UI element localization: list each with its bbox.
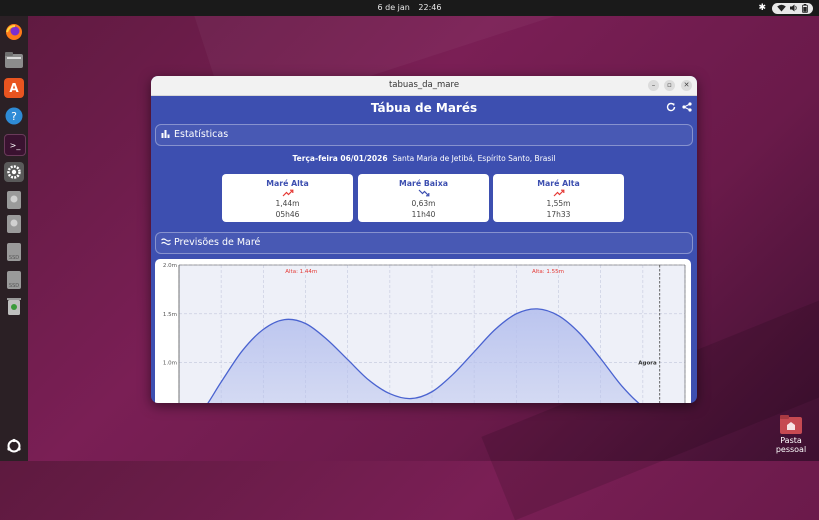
refresh-icon[interactable] — [666, 102, 676, 115]
system-tray: ✱ — [758, 2, 813, 14]
waves-icon — [161, 237, 171, 249]
forecast-section-header[interactable]: Previsões de Maré — [155, 232, 693, 254]
now-marker-label: Agora — [638, 360, 657, 366]
firefox-icon[interactable] — [4, 22, 24, 42]
app-header: Tábua de Marés — [151, 96, 697, 121]
files-icon[interactable] — [4, 50, 24, 70]
accessibility-icon[interactable]: ✱ — [758, 3, 766, 13]
svg-text:?: ? — [11, 110, 17, 123]
location-text: Santa Maria de Jetibá, Espírito Santo, B… — [392, 154, 556, 163]
ssd-icon[interactable]: SSD — [4, 242, 24, 262]
share-icon[interactable] — [682, 102, 692, 115]
window-title: tabuas_da_mare — [388, 80, 460, 90]
dock: A ? >_ SSD SSD — [0, 16, 28, 461]
volume-icon — [790, 4, 797, 12]
clock-time: 22:46 — [418, 3, 442, 12]
quick-settings-button[interactable] — [772, 2, 813, 14]
maximize-button[interactable]: ▫ — [664, 80, 675, 91]
tide-type: Maré Alta — [266, 179, 309, 188]
tide-height: 0,63m — [411, 199, 436, 208]
trending-up-icon — [493, 189, 624, 198]
clock[interactable]: 6 de jan 22:46 — [0, 3, 819, 12]
trash-icon[interactable] — [4, 296, 24, 316]
home-folder-label: Pasta pessoal — [775, 436, 807, 454]
tide-chart-svg: 0.5m1.0m1.5m2.0mAlta: 1.44mAlta: 1.55mAg… — [163, 263, 686, 403]
y-tick-label: 1.0m — [163, 361, 177, 367]
tide-time: 17h33 — [546, 210, 571, 219]
forecast-section-title: Previsões de Maré — [174, 237, 261, 248]
home-folder-desktop-icon[interactable]: Pasta pessoal — [764, 414, 818, 454]
stats-section-header[interactable]: Estatísticas — [155, 124, 693, 146]
bar-chart-icon — [161, 129, 170, 141]
y-tick-label: 1.5m — [163, 312, 177, 318]
ssd-icon[interactable]: SSD — [4, 270, 24, 290]
ssd-label: SSD — [7, 243, 21, 261]
trending-up-icon — [222, 189, 353, 198]
tide-card: Maré Baixa 0,63m 11h40 — [358, 174, 489, 222]
tide-card: Maré Alta 1,44m 05h46 — [222, 174, 353, 222]
stats-section-title: Estatísticas — [174, 129, 229, 140]
wifi-icon — [777, 4, 786, 12]
help-icon[interactable]: ? — [4, 106, 24, 126]
date-location-line: Terça-feira 06/01/2026 Santa Maria de Jet… — [151, 154, 697, 163]
high-tide-annotation: Alta: 1.44m — [285, 269, 317, 275]
tide-height: 1,44m — [275, 199, 300, 208]
close-button[interactable]: ✕ — [681, 80, 692, 91]
disk-icon[interactable] — [4, 190, 24, 210]
minimize-button[interactable]: – — [648, 80, 659, 91]
app-window: tabuas_da_mare – ▫ ✕ Tábua de Marés Esta… — [151, 76, 697, 403]
tide-time: 11h40 — [411, 210, 436, 219]
folder-icon — [780, 414, 802, 434]
y-tick-label: 2.0m — [163, 263, 177, 269]
disk-icon[interactable] — [4, 214, 24, 234]
app-title: Tábua de Marés — [370, 101, 478, 115]
top-bar: 6 de jan 22:46 ✱ — [0, 0, 819, 16]
window-titlebar[interactable]: tabuas_da_mare – ▫ ✕ — [151, 76, 697, 96]
clock-date: 6 de jan — [377, 3, 410, 12]
app-center-icon[interactable]: A — [4, 78, 24, 98]
tide-type: Maré Alta — [537, 179, 580, 188]
weekday-date: Terça-feira 06/01/2026 — [292, 154, 388, 163]
settings-icon[interactable] — [4, 162, 24, 182]
terminal-icon[interactable]: >_ — [4, 134, 26, 156]
ssd-label: SSD — [7, 271, 21, 289]
tide-time: 05h46 — [275, 210, 300, 219]
tide-height: 1,55m — [546, 199, 571, 208]
show-apps-icon[interactable] — [4, 436, 24, 456]
high-tide-annotation: Alta: 1.55m — [532, 269, 564, 275]
tide-card: Maré Alta 1,55m 17h33 — [493, 174, 624, 222]
tide-type: Maré Baixa — [398, 179, 449, 188]
tide-chart: 0.5m1.0m1.5m2.0mAlta: 1.44mAlta: 1.55mAg… — [155, 259, 691, 403]
trending-down-icon — [358, 189, 489, 198]
battery-icon — [802, 3, 808, 13]
